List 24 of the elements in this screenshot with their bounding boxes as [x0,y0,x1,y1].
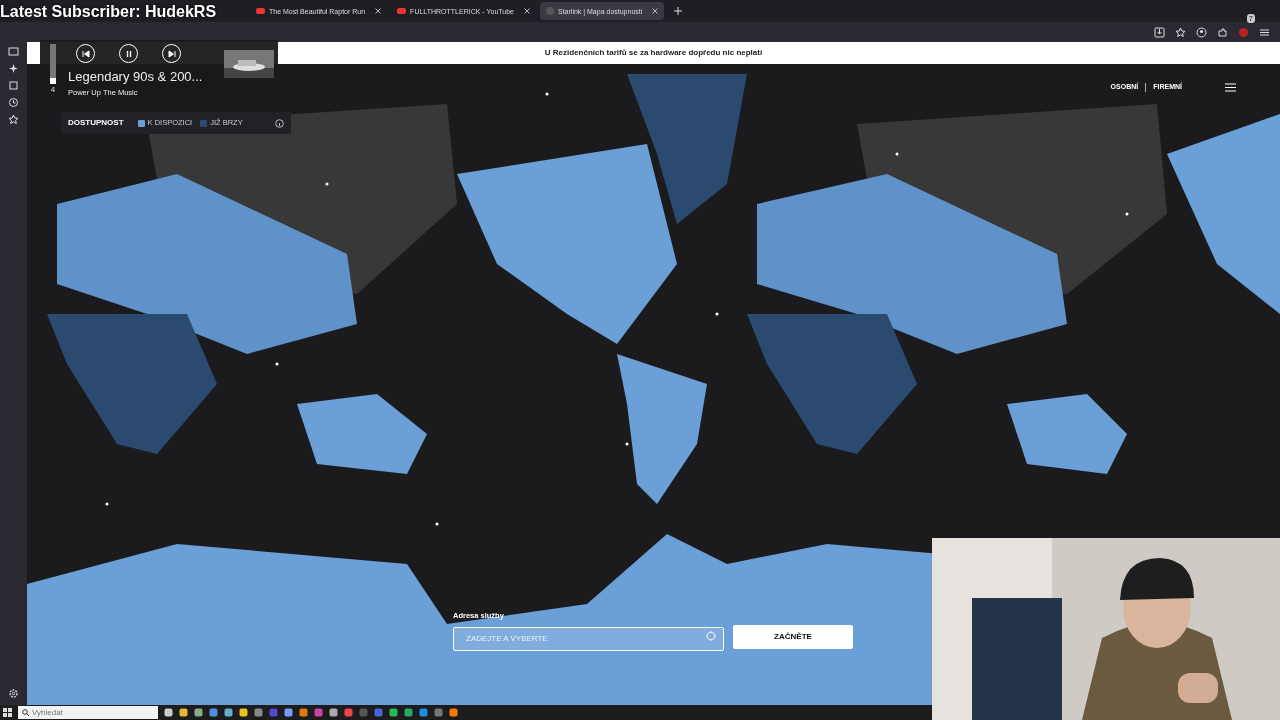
play-logo-icon [397,8,407,14]
download-icon[interactable] [1154,26,1165,38]
search-field[interactable]: Vyhledat [18,706,158,719]
close-icon[interactable] [375,8,382,14]
search-icon [22,709,29,716]
extension-badge: 7 [1246,14,1255,23]
star-icon[interactable] [8,114,19,125]
menu-icon[interactable] [1259,26,1270,38]
new-tab-icon[interactable] [674,7,683,15]
sidebar-toggle-icon[interactable] [8,46,19,57]
account-icon[interactable] [1196,26,1207,38]
close-icon[interactable] [524,8,530,14]
subscriber-overlay: Latest Subscriber: HudekRS [0,2,217,22]
site-icon [546,7,554,15]
sparkle-icon[interactable] [8,63,19,74]
close-icon[interactable] [652,8,659,14]
star-icon[interactable] [1175,26,1186,38]
play-logo-icon [256,8,265,14]
previous-icon [81,49,90,58]
windows-icon[interactable] [3,708,12,717]
settings-icon[interactable] [8,688,19,699]
history-icon[interactable] [8,97,19,108]
next-icon [167,49,176,58]
pause-icon [124,49,133,58]
